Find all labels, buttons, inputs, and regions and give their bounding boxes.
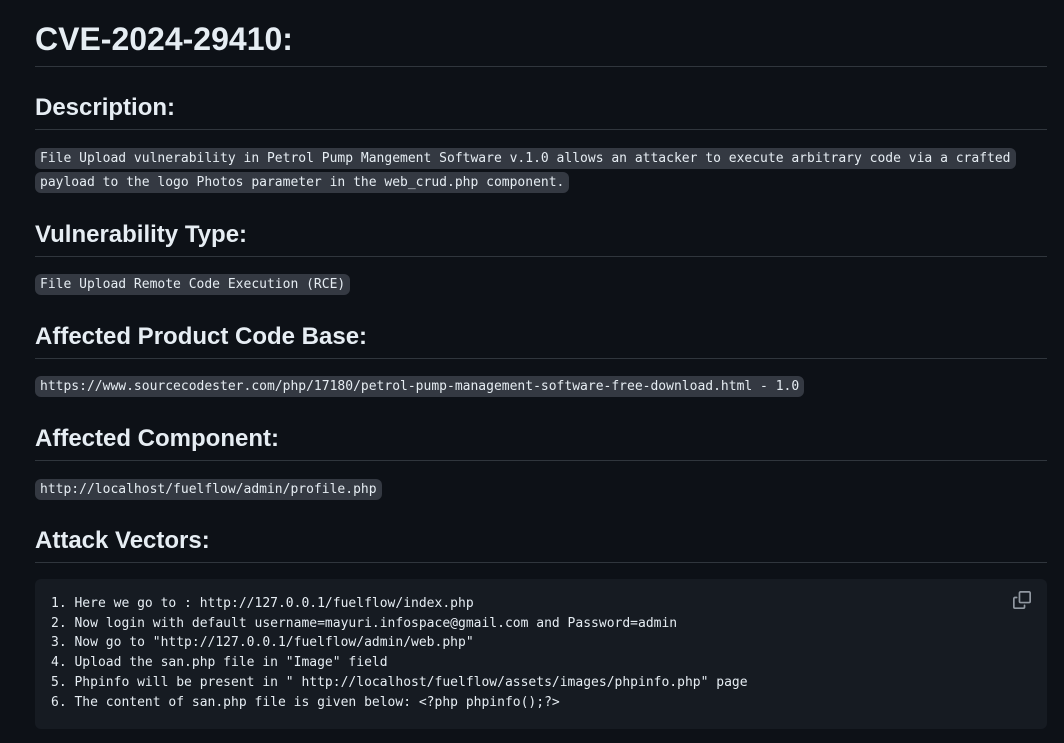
- description-code: File Upload vulnerability in Petrol Pump…: [35, 148, 1016, 193]
- affected-component-heading: Affected Component:: [35, 424, 1047, 461]
- description-paragraph: File Upload vulnerability in Petrol Pump…: [35, 147, 1045, 195]
- code-line: 3. Now go to "http://127.0.0.1/fuelflow/…: [51, 635, 474, 651]
- attack-vectors-pre: 1. Here we go to : http://127.0.0.1/fuel…: [51, 594, 748, 712]
- affected-component-code: http://localhost/fuelflow/admin/profile.…: [35, 479, 382, 500]
- product-code-base-code: https://www.sourcecodester.com/php/17180…: [35, 376, 805, 397]
- vulnerability-type-paragraph: File Upload Remote Code Execution (RCE): [35, 273, 1045, 297]
- product-code-base-heading: Affected Product Code Base:: [35, 322, 1047, 359]
- code-line: 6. The content of san.php file is given …: [51, 694, 560, 710]
- attack-vectors-heading: Attack Vectors:: [35, 526, 1047, 563]
- vulnerability-type-code: File Upload Remote Code Execution (RCE): [35, 274, 351, 295]
- affected-component-paragraph: http://localhost/fuelflow/admin/profile.…: [35, 478, 1045, 502]
- vulnerability-type-heading: Vulnerability Type:: [35, 220, 1047, 257]
- page-title: CVE-2024-29410:: [35, 20, 1047, 67]
- code-line: 1. Here we go to : http://127.0.0.1/fuel…: [51, 596, 474, 611]
- code-line: 2. Now login with default username=mayur…: [51, 615, 678, 631]
- description-heading: Description:: [35, 93, 1047, 130]
- attack-vectors-code-block: 1. Here we go to : http://127.0.0.1/fuel…: [35, 579, 1047, 729]
- code-line: 4. Upload the san.php file in "Image" fi…: [51, 655, 388, 671]
- product-code-base-paragraph: https://www.sourcecodester.com/php/17180…: [35, 375, 1045, 399]
- code-line: 5. Phpinfo will be present in " http://l…: [51, 674, 748, 690]
- copy-button[interactable]: [1013, 591, 1033, 611]
- copy-icon: [1013, 591, 1031, 609]
